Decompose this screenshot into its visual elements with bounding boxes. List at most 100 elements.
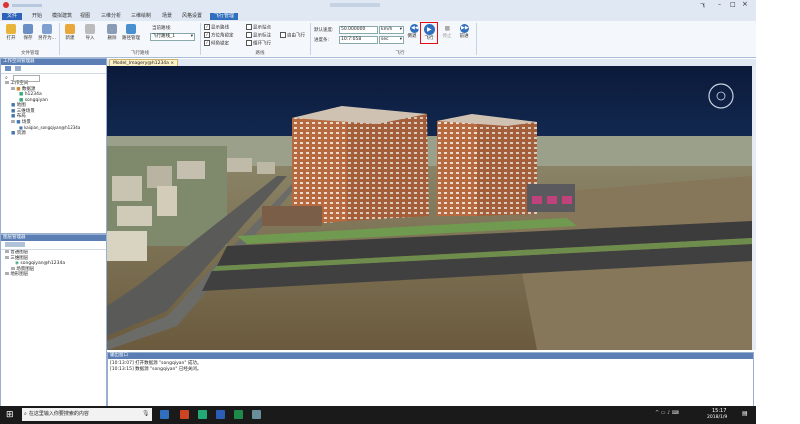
datasource-icon: ■ [19, 92, 24, 97]
blurred-title [330, 3, 380, 7]
delete-button[interactable]: 删除 [104, 24, 120, 41]
menu-model[interactable]: 模拟建筑 [52, 13, 72, 20]
check-lock-azimuth[interactable]: ✓ 方位角锁定 [204, 32, 234, 39]
stop-icon: ■ [444, 25, 451, 32]
speed-input[interactable]: 50.000000 [339, 26, 378, 34]
layers-icon[interactable] [15, 66, 21, 71]
save-button[interactable]: 保存 [20, 24, 36, 41]
menu-scene[interactable]: 场景 [162, 13, 172, 20]
separator [200, 23, 201, 55]
layer-panel: 图层管理器 ⊟ 普通图层 ⊟ 三维图层 ◉ songqiyan@h1234a ⊟… [0, 234, 107, 407]
visible-eye-icon: ◉ [15, 261, 19, 266]
delete-icon [107, 24, 117, 34]
checkbox-icon [246, 40, 252, 46]
resource-icon: ■ [11, 130, 16, 136]
forward-icon: ▶▶ [459, 24, 469, 33]
search-icon[interactable]: ⌕ [5, 75, 8, 81]
word-icon[interactable] [216, 410, 225, 419]
home-icon[interactable] [5, 66, 11, 71]
open-button[interactable]: 打开 [3, 24, 19, 41]
menu-style[interactable]: 风格设置 [182, 13, 202, 20]
checkbox-icon [246, 24, 252, 30]
check-lock-tilt[interactable]: ✓ 倾角锁定 [204, 40, 229, 47]
app-icon[interactable] [252, 410, 261, 419]
forward-button[interactable]: ▶▶ 前进 [457, 24, 471, 39]
maximize-button[interactable]: □ [730, 1, 736, 8]
log-line: [10:13:15] 数据源 "songqiyan" 已经关闭。 [110, 367, 202, 372]
minimize-button[interactable]: – [718, 1, 721, 8]
tower-right [437, 114, 537, 216]
progress-unit-select[interactable]: sec ▾ [379, 36, 404, 44]
tree-item[interactable]: ■ 资源 [5, 131, 106, 137]
menu-flight-manage[interactable]: 飞行管理 [210, 13, 239, 20]
tray-icons[interactable]: ^ ▭ ♪ ⌨ [655, 410, 679, 416]
check-show-station[interactable]: 显示站点 [246, 24, 271, 31]
chevron-down-icon: ▾ [399, 37, 402, 42]
menu-view[interactable]: 视图 [80, 13, 90, 20]
rewind-icon: ◀◀ [409, 24, 419, 33]
database-icon: ■ [16, 86, 21, 92]
app-logo-icon [3, 2, 9, 8]
workspace-search-row: ⌕ [1, 74, 106, 82]
menu-start[interactable]: 开始 [32, 13, 42, 20]
menu-3d-analysis[interactable]: 三维分析 [101, 13, 121, 20]
quick-access-icons [12, 4, 42, 7]
chevron-down-icon: ▾ [190, 34, 193, 39]
layer-toolbar [1, 241, 106, 250]
scene-vscroll[interactable] [752, 66, 756, 350]
excel-icon[interactable] [234, 410, 243, 419]
windows-start-icon[interactable]: ⊞ [6, 410, 14, 420]
separator [310, 23, 311, 55]
search-icon: ⌕ [24, 411, 27, 417]
scene-icon: ■ [11, 108, 16, 114]
app-icon[interactable] [198, 410, 207, 419]
import-button[interactable]: 导入 [80, 24, 100, 41]
mic-icon[interactable]: 🎙 [142, 410, 150, 417]
group-flight-label: 飞行 [395, 51, 405, 56]
notification-icon[interactable]: ▤ [742, 410, 748, 417]
save-as-button[interactable]: 另存为... [37, 24, 57, 41]
workspace-filter[interactable] [13, 75, 40, 82]
tree-item[interactable]: ⊟ 地形图层 [5, 272, 106, 278]
speed-unit-select[interactable]: km/h ▾ [379, 26, 404, 34]
check-loop-flight[interactable]: 循环飞行 [246, 40, 271, 47]
output-window: 输出窗口 [10:13:07] 打开数据源 "songqiyan" 成功。 [1… [107, 352, 754, 408]
check-show-route[interactable]: ✓ 显示路线 [204, 24, 229, 31]
checkbox-icon [246, 32, 252, 38]
stop-button[interactable]: ■ 停止 [440, 24, 454, 39]
clock-date: 2018/1/9 [707, 415, 728, 420]
layer-tool-icon[interactable] [5, 242, 25, 247]
clock-time: 15:17 [712, 408, 727, 414]
new-route-button[interactable]: 新建 [62, 24, 78, 41]
title-right-mark: 飞 [700, 3, 706, 9]
checkbox-icon: ✓ [204, 24, 210, 30]
checkbox-icon [280, 32, 286, 38]
scene-icon: ■ [16, 119, 21, 125]
layout-icon: ■ [11, 114, 16, 119]
folder-icon [6, 24, 16, 34]
check-free-flight[interactable]: 自由飞行 [280, 32, 305, 39]
menu-file[interactable]: 文件 [2, 13, 22, 20]
scene-viewport[interactable] [107, 66, 752, 350]
group-route-label: 路线 [255, 51, 265, 56]
low-building [262, 206, 322, 226]
workspace-toolbar [1, 65, 106, 74]
taskview-icon[interactable] [160, 410, 169, 419]
output-log: [10:13:07] 打开数据源 "songqiyan" 成功。 [10:13:… [108, 359, 753, 375]
taskbar: ⊞ ⌕ 在这里输入你要搜索的内容 🎙 ^ ▭ ♪ ⌨ 15:17 2018/1/9… [0, 406, 756, 424]
checkbox-icon: ✓ [204, 40, 210, 46]
rewind-button[interactable]: ◀◀ 倒退 [405, 24, 419, 39]
menu-3d-draw[interactable]: 三维绘制 [131, 13, 151, 20]
workspace-tree: ⊟ 工作空间 ⊟ ■ 数据源 ■ h1234a ■ songqiyan ■ 地图… [1, 81, 106, 136]
route-select[interactable]: 飞行路线_1 ▾ [150, 33, 195, 41]
save-as-icon [42, 24, 52, 34]
close-button[interactable]: × [742, 0, 748, 8]
route-manage-button[interactable]: 路径管理 [120, 24, 142, 41]
app-icon[interactable] [180, 410, 189, 419]
import-icon [85, 24, 95, 34]
play-flight-button[interactable]: ▶ 飞行 [420, 22, 438, 44]
progress-input[interactable]: 10:7:058 [339, 36, 378, 44]
check-show-label[interactable]: 显示标注 [246, 32, 271, 39]
taskbar-search[interactable]: ⌕ 在这里输入你要搜索的内容 [22, 408, 152, 421]
route-icon [126, 24, 136, 34]
